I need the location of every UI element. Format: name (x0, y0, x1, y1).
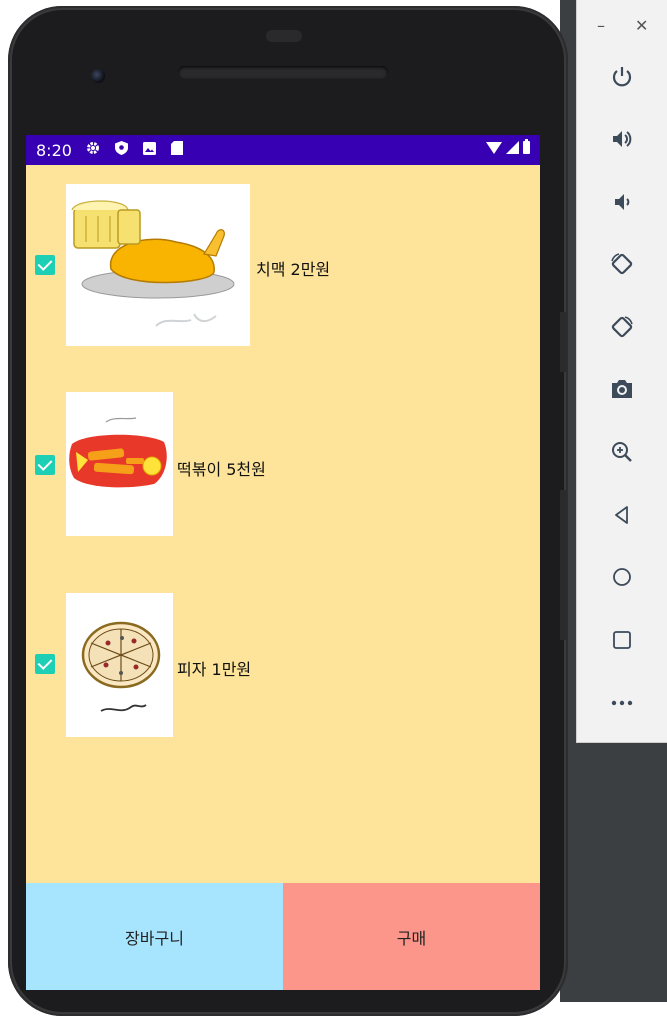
cart-button[interactable]: 장바구니 (26, 883, 283, 990)
pizza-image (66, 593, 173, 737)
signal-icon (506, 141, 519, 154)
shield-icon (114, 141, 128, 155)
app-screen: 8:20 치맥 2만원 떡볶이 5천원 피자 1만원 장바구니 구매 (26, 135, 540, 990)
item-checkbox[interactable] (35, 455, 55, 475)
buy-button[interactable]: 구매 (283, 883, 540, 990)
emulator-toolbar: – ✕ (576, 0, 667, 743)
item-label: 피자 1만원 (177, 660, 252, 679)
settings-icon (86, 141, 100, 155)
home-icon[interactable] (607, 562, 637, 592)
close-button[interactable]: ✕ (635, 16, 648, 35)
phone-side-button (560, 312, 566, 372)
item-label: 떡볶이 5천원 (177, 460, 266, 479)
item-checkbox[interactable] (35, 255, 55, 275)
sensor-slot (266, 30, 302, 42)
chicken-beer-image (66, 184, 250, 346)
battery-icon (523, 139, 530, 154)
zoom-icon[interactable] (607, 437, 637, 467)
phone-volume-button (560, 490, 566, 640)
status-time: 8:20 (36, 141, 72, 160)
wifi-icon (486, 141, 502, 154)
item-label: 치맥 2만원 (256, 260, 331, 279)
status-bar: 8:20 (26, 135, 540, 165)
rotate-left-icon[interactable] (607, 249, 637, 279)
earpiece-speaker (178, 66, 388, 79)
overview-icon[interactable] (607, 625, 637, 655)
camera-icon[interactable] (607, 374, 637, 404)
more-icon[interactable] (607, 688, 637, 718)
back-icon[interactable] (607, 500, 637, 530)
rotate-right-icon[interactable] (607, 312, 637, 342)
item-checkbox[interactable] (35, 654, 55, 674)
front-camera (91, 69, 105, 83)
tteokbokki-image (66, 392, 173, 536)
image-icon (142, 141, 156, 155)
volume-up-icon[interactable] (607, 124, 637, 154)
minimize-button[interactable]: – (597, 16, 605, 35)
volume-down-icon[interactable] (607, 187, 637, 217)
power-icon[interactable] (607, 62, 637, 92)
sd-card-icon (170, 141, 184, 155)
